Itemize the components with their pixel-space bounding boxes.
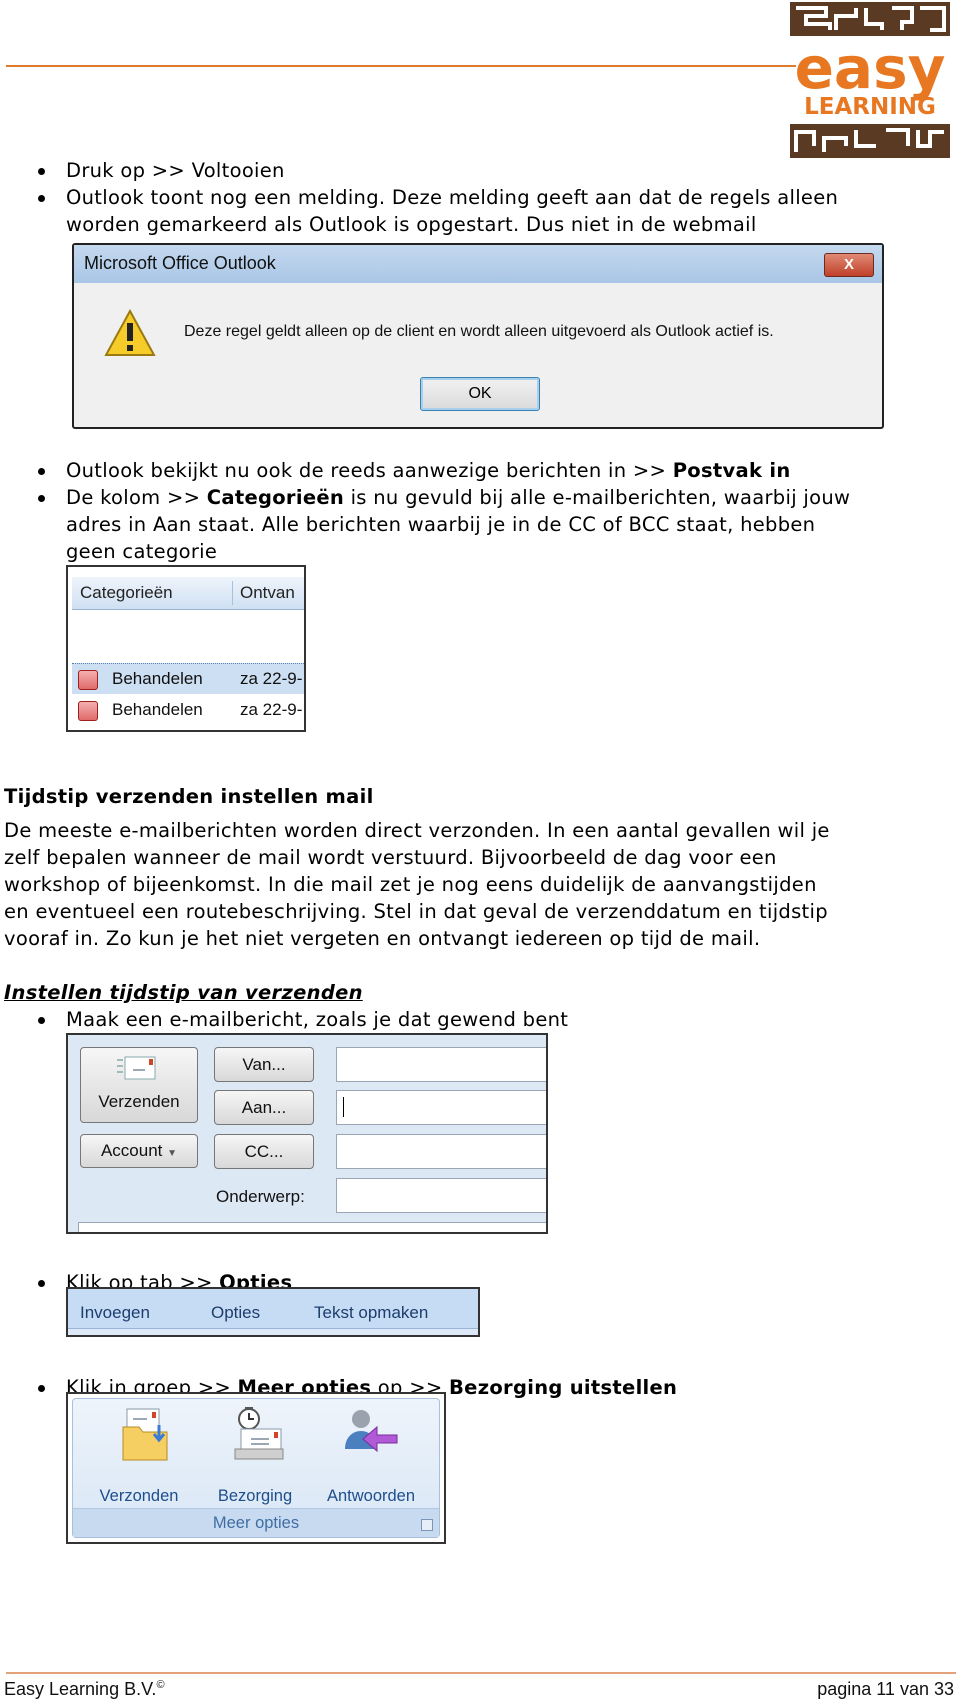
dialog-message: Deze regel geldt alleen op de client en …: [184, 323, 774, 340]
tab-invoegen[interactable]: Invoegen: [80, 1303, 150, 1323]
tab-strip-bottom: [68, 1328, 478, 1335]
direct-replies-icon: [345, 1410, 398, 1453]
bullet-dot: [38, 195, 45, 202]
ribbon-group-screenshot: Verzondenitem opslaan ▾ Bezorginguitstel…: [66, 1392, 446, 1544]
tab-opties[interactable]: Opties: [211, 1303, 260, 1323]
column-divider: [232, 581, 233, 605]
message-body[interactable]: [78, 1222, 546, 1232]
to-button[interactable]: Aan...: [214, 1090, 314, 1125]
cc-field[interactable]: [336, 1134, 546, 1169]
close-icon[interactable]: X: [824, 253, 874, 277]
paragraph-line: De meeste e-mailberichten worden direct …: [4, 819, 830, 842]
send-label: Verzenden: [98, 1092, 180, 1111]
from-field[interactable]: [336, 1047, 546, 1082]
bullet-bold-text: Bezorging uitstellen: [449, 1376, 678, 1399]
bullet-postvak: Outlook bekijkt nu ook de reeds aanwezig…: [66, 457, 791, 484]
paragraph-line: vooraf in. Zo kun je het niet vergeten e…: [4, 927, 761, 950]
ribbon-item-label: Bezorging: [217, 1487, 293, 1505]
dialog-launcher-icon[interactable]: [421, 1519, 433, 1531]
tab-tekst-opmaken[interactable]: Tekst opmaken: [314, 1303, 428, 1323]
bullet-categorieen-line3: geen categorie: [66, 540, 218, 563]
footer-rule: [6, 1672, 956, 1674]
logo-text: easy: [795, 34, 946, 102]
bullet-melding-line1: Outlook toont nog een melding. Deze meld…: [66, 186, 839, 209]
row-category: Behandelen: [112, 669, 203, 688]
subject-field[interactable]: [336, 1178, 546, 1213]
bullet-text: is nu gevuld bij alle e-mailberichten, w…: [344, 486, 851, 509]
list-row[interactable]: Behandelen za 22-9-: [72, 663, 304, 694]
easy-learning-logo: easy LEARNING: [790, 2, 960, 158]
to-field[interactable]: [336, 1090, 546, 1125]
logo-graphic: easy LEARNING: [790, 2, 950, 158]
bullet-dot: [38, 1280, 45, 1287]
dialog-title: Microsoft Office Outlook: [84, 253, 276, 273]
bullet-text: Outlook bekijkt nu ook de reeds aanwezig…: [66, 459, 673, 482]
dialog-titlebar: Microsoft Office Outlook X: [74, 245, 882, 283]
ribbon-group-meer-opties: Verzondenitem opslaan ▾ Bezorginguitstel…: [72, 1398, 440, 1538]
ok-button[interactable]: OK: [420, 377, 540, 411]
bullet-dot: [38, 495, 45, 502]
group-label: Meer opties: [73, 1508, 439, 1537]
row-date: za 22-9-: [240, 669, 303, 688]
from-button[interactable]: Van...: [214, 1047, 314, 1082]
ribbon-item-label: Antwoorden: [326, 1487, 416, 1505]
bullet-dot: [38, 1385, 45, 1392]
delay-delivery-icon: [234, 1407, 284, 1460]
category-color-icon: [78, 701, 98, 721]
paragraph-line: en eventueel een routebeschrijving. Stel…: [4, 900, 828, 923]
cc-button[interactable]: CC...: [214, 1134, 314, 1169]
text-cursor: [343, 1097, 344, 1117]
bullet-bold-text: Categorieën: [206, 486, 345, 509]
logo-subtext: LEARNING: [804, 94, 936, 120]
ribbon-item-label: Verzonden: [99, 1487, 179, 1505]
column-header-categories[interactable]: Categorieën: [80, 583, 173, 603]
save-sent-item-icon: [122, 1408, 168, 1461]
list-row[interactable]: Behandelen za 22-9-: [72, 695, 304, 725]
bullet-dot: [38, 1017, 45, 1024]
ribbon-tabs-screenshot: Invoegen Opties Tekst opmaken: [66, 1287, 480, 1337]
copyright-symbol: ©: [156, 1679, 165, 1691]
categories-list-screenshot: Categorieën Ontvan Behandelen za 22-9- B…: [66, 565, 306, 732]
footer-company-name: Easy Learning B.V.: [4, 1679, 157, 1699]
bullet-melding-line2: worden gemarkeerd als Outlook is opgesta…: [66, 213, 757, 236]
bullet-categorieen-line2: adres in Aan staat. Alle berichten waarb…: [66, 513, 816, 536]
bullet-text: De kolom >>: [66, 486, 207, 509]
send-button[interactable]: Verzenden: [80, 1047, 198, 1123]
paragraph-line: zelf bepalen wanneer de mail wordt verst…: [4, 846, 777, 869]
bullet-bold-text: Postvak in: [672, 459, 791, 482]
footer-company: Easy Learning B.V.©: [4, 1679, 165, 1700]
category-color-icon: [78, 670, 98, 690]
bullet-categorieen-line1: De kolom >> Categorieën is nu gevuld bij…: [66, 484, 850, 511]
section-heading-instellen: Instellen tijdstip van verzenden: [4, 981, 363, 1004]
account-button[interactable]: Account ▼: [80, 1134, 198, 1168]
list-header: Categorieën Ontvan: [72, 577, 304, 610]
subject-label: Onderwerp:: [216, 1187, 305, 1206]
paragraph-line: workshop of bijeenkomst. In die mail zet…: [4, 873, 817, 896]
row-category: Behandelen: [112, 700, 203, 719]
outlook-dialog: Microsoft Office Outlook X Deze regel ge…: [72, 243, 884, 429]
page-number: pagina 11 van 33: [817, 1679, 954, 1699]
compose-screenshot: Verzenden Account ▼ Van... Aan... CC... …: [66, 1033, 548, 1234]
account-label: Account: [100, 1141, 163, 1160]
bullet-voltooien: Druk op >> Voltooien: [66, 159, 285, 182]
bullet-dot: [38, 468, 45, 475]
bullet-maak-email: Maak een e-mailbericht, zoals je dat gew…: [66, 1008, 569, 1031]
warning-icon: [104, 309, 156, 356]
chevron-down-icon: ▼: [167, 1148, 178, 1159]
column-header-received[interactable]: Ontvan: [240, 583, 295, 603]
header-rule: [6, 65, 796, 67]
section-heading-tijdstip: Tijdstip verzenden instellen mail: [4, 785, 374, 808]
bullet-dot: [38, 168, 45, 175]
row-date: za 22-9-: [240, 700, 303, 719]
envelope-icon: [117, 1056, 156, 1080]
